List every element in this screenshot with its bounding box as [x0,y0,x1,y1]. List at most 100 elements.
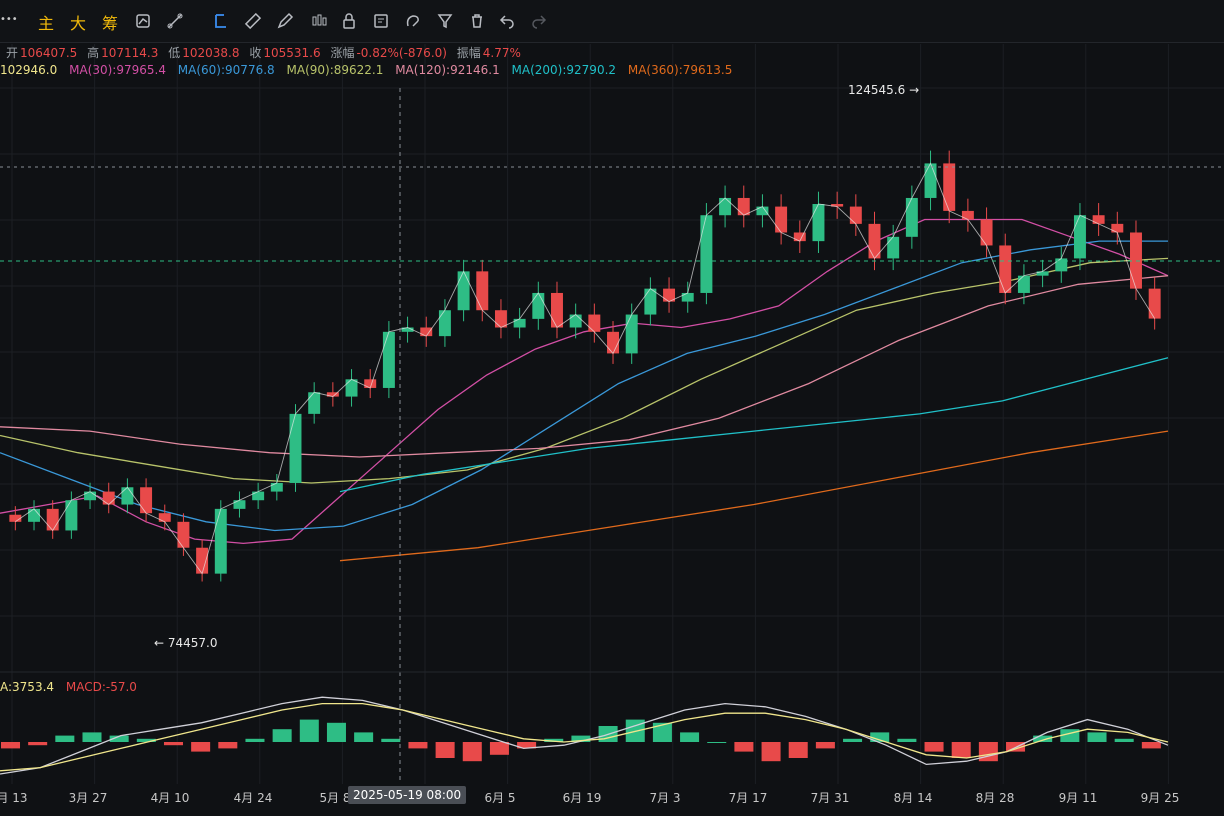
more-menu-button[interactable]: ••• [0,14,18,25]
macd-histogram-bar [734,742,754,752]
low-label: 低 [168,46,181,60]
candle-body [644,288,657,315]
candle-body [289,413,302,483]
candle-body [905,197,918,237]
candle-body [140,487,153,514]
low-price-annotation: ← 74457.0 [154,636,218,650]
candle-body [382,331,395,388]
macd-histogram-bar [897,738,917,742]
amplitude-label: 振幅 [456,46,481,60]
close-label: 收 [249,46,262,60]
ma-legend-item: MA(120):92146.1 [395,63,500,77]
filter-icon[interactable] [432,8,458,34]
macd-histogram-bar [1141,742,1161,749]
x-tick-label: 4月 24 [233,791,273,805]
ma-legend-item: 102946.0 [0,63,58,77]
macd-histogram-bar [163,742,183,746]
pencil-icon[interactable] [272,8,298,34]
ma-legend-item: MA(200):92790.2 [511,63,617,77]
lock-icon[interactable] [336,8,362,34]
x-tick-label: 4月 10 [150,791,190,805]
undo-icon[interactable] [494,8,520,34]
ma-line-ma60 [0,240,1168,532]
main-indicator-button[interactable]: 主 [38,10,54,34]
candle-body [65,500,78,531]
macd-histogram-bar [788,742,808,758]
candle-body [1148,288,1161,319]
crosshair-and-refs [0,88,1224,784]
macd-panel [0,696,1169,775]
candle-body [1055,258,1068,272]
candle-body [625,314,638,354]
toolbar: ••• 主 大 筹 [0,0,1224,43]
candle-body [812,204,825,242]
candles [9,150,1161,582]
candle-body [270,482,283,492]
candle-body [476,271,489,311]
candle-body [121,487,134,505]
chips-button[interactable]: 筹 [102,10,118,34]
ma-line-ma200 [339,357,1169,493]
candle-body [102,491,115,505]
macd-histogram-bar [272,729,292,742]
ruler-icon[interactable] [240,8,266,34]
moving-average-lines [0,218,1169,562]
candle-body [924,163,937,198]
candle-body [999,245,1012,293]
macd-histogram-bar [707,742,727,743]
ma-line-ma360 [339,430,1169,562]
chart-canvas[interactable] [0,0,1224,816]
ma-legend-item: MA(30):97965.4 [69,63,166,77]
x-tick-label: 7月 3 [649,791,681,805]
trash-icon[interactable] [464,8,490,34]
indicator-icon[interactable] [130,8,156,34]
high-price-annotation: 124545.6 → [848,83,920,97]
candle-body [345,379,358,397]
macd-histogram-bar [326,722,346,742]
macd-histogram-bar [218,742,238,749]
x-tick-label: 3月 27 [68,791,108,805]
macd-histogram-bar [82,732,102,742]
note-icon[interactable] [368,8,394,34]
candle-body [233,500,246,509]
macd-histogram-bar [462,742,482,762]
macd-histogram-bar [408,742,428,749]
ma-legend-item: MA(90):89622.1 [286,63,384,77]
candle-type-icon[interactable] [306,8,332,34]
ma-line-ma30 [0,218,1169,545]
candle-body [607,331,619,354]
macd-histogram-bar [1087,732,1107,742]
macd-histogram-bar [191,742,211,752]
macd-histogram-bar [55,735,75,742]
candle-body [588,314,601,332]
candle-body [46,508,59,531]
crosshair-select-icon[interactable] [208,8,234,34]
candle-body [457,271,470,311]
redo-icon[interactable] [526,8,552,34]
macd-histogram-bar [354,732,374,742]
macd-legend: A:3753.4 MACD:-57.0 [0,680,145,694]
macd-histogram-bar [245,738,265,742]
open-value: 106407.5 [20,46,78,60]
x-tick-label: 月 13 [0,791,28,805]
candle-body [961,210,974,220]
macd-histogram-bar [843,738,863,742]
candle-body [84,491,97,501]
candle-body [177,521,190,548]
close-value: 105531.6 [263,46,321,60]
candle-body [494,310,507,328]
candle-body [1073,215,1086,259]
macd-histogram-bar [951,742,971,758]
x-tick-label: 9月 11 [1058,791,1098,805]
change-value: -0.82%(-876.0) [356,46,447,60]
candle-body [420,327,433,337]
candle-body [980,219,993,246]
x-tick-label: 8月 28 [975,791,1015,805]
candle-body [719,197,732,216]
macd-histogram-bar [1114,738,1134,742]
candle-body [28,508,40,522]
draw-line-icon[interactable] [162,8,188,34]
big-order-button[interactable]: 大 [70,10,86,34]
magnet-icon[interactable] [400,8,426,34]
candle-body [513,318,526,328]
